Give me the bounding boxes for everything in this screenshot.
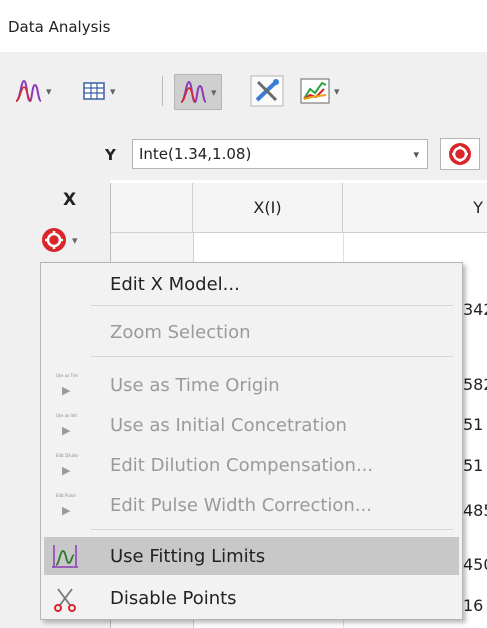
fitting-limits-icon bbox=[52, 545, 78, 568]
menu-item-label: Zoom Selection bbox=[110, 322, 251, 343]
x-settings-button[interactable]: ▾ bbox=[40, 225, 78, 255]
context-menu: Edit X Model... Zoom Selection Use as Ti… bbox=[40, 262, 463, 620]
chevron-down-icon: ▾ bbox=[46, 84, 52, 98]
x-label: X bbox=[63, 190, 77, 210]
dilution-compensation-icon: Edit Dilutio ▶ bbox=[50, 450, 80, 480]
table-cell[interactable]: 485 bbox=[463, 501, 487, 520]
chevron-down-icon: ▾ bbox=[110, 84, 116, 98]
menu-item-label: Use as Time Origin bbox=[110, 375, 280, 396]
menu-item-label: Edit Pulse Width Correction... bbox=[110, 495, 373, 516]
grid-corner-header bbox=[111, 183, 193, 233]
column-header-y[interactable]: Y bbox=[343, 183, 487, 233]
y-select-value: Inte(1.34,1.08) bbox=[139, 145, 252, 163]
menu-item-label: Use Fitting Limits bbox=[110, 546, 266, 567]
table-cell[interactable]: 342 bbox=[463, 300, 487, 319]
tools-icon bbox=[250, 75, 284, 107]
menu-item-use-as-initial-concentration[interactable]: Use as Init ▶ Use as Initial Concetratio… bbox=[44, 406, 459, 444]
menu-item-label: Edit X Model... bbox=[110, 274, 240, 295]
menu-separator bbox=[91, 356, 453, 357]
icon-caption: Use as Init bbox=[56, 413, 77, 418]
menu-item-label: Edit Dilution Compensation... bbox=[110, 455, 374, 476]
play-arrow-icon: ▶ bbox=[62, 384, 71, 397]
table-cell[interactable]: 51 bbox=[463, 456, 483, 475]
peak-curve-icon bbox=[15, 79, 42, 103]
settings-gear-icon bbox=[42, 228, 66, 252]
menu-item-use-as-time-origin[interactable]: Use as Tim ▶ Use as Time Origin bbox=[44, 366, 459, 404]
menu-item-label: Use as Initial Concetration bbox=[110, 415, 347, 436]
pulse-width-icon: Edit Pulse ▶ bbox=[50, 490, 80, 520]
menu-item-disable-points[interactable]: Disable Points bbox=[44, 579, 459, 617]
icon-caption: Edit Dilutio bbox=[56, 453, 78, 458]
play-arrow-icon: ▶ bbox=[62, 464, 71, 477]
table-cell[interactable]: 582 bbox=[463, 375, 487, 394]
table-button[interactable]: ▾ bbox=[82, 74, 116, 108]
scissors-icon bbox=[54, 588, 76, 612]
peak-curve-active-icon bbox=[180, 80, 207, 104]
menu-item-zoom-selection[interactable]: Zoom Selection bbox=[44, 313, 459, 351]
icon-caption: Edit Pulse bbox=[56, 493, 76, 498]
chevron-down-icon: ▾ bbox=[211, 85, 217, 99]
y-select-dropdown[interactable]: Inte(1.34,1.08) ▾ bbox=[132, 139, 428, 169]
column-header-label: Y bbox=[473, 198, 483, 217]
y-label: Y bbox=[105, 146, 116, 164]
icon-caption: Use as Tim bbox=[56, 373, 78, 378]
panel-title-bar: Data Analysis bbox=[0, 0, 487, 50]
table-cell[interactable]: 51 bbox=[463, 415, 483, 434]
menu-item-label: Disable Points bbox=[110, 588, 237, 609]
menu-item-edit-x-model[interactable]: Edit X Model... bbox=[44, 265, 459, 303]
y-settings-button[interactable] bbox=[440, 138, 480, 170]
table-cell[interactable]: 16 bbox=[463, 596, 483, 615]
toolbar-separator bbox=[162, 76, 163, 106]
settings-gear-icon bbox=[449, 143, 471, 165]
chevron-down-icon: ▾ bbox=[72, 233, 78, 247]
play-arrow-icon: ▶ bbox=[62, 424, 71, 437]
panel-title: Data Analysis bbox=[8, 18, 111, 36]
menu-item-use-fitting-limits[interactable]: Use Fitting Limits bbox=[44, 537, 459, 575]
menu-separator bbox=[91, 529, 453, 530]
menu-separator bbox=[91, 305, 453, 306]
y-selector-row: Y Inte(1.34,1.08) ▾ bbox=[0, 130, 487, 180]
chevron-down-icon: ▾ bbox=[334, 84, 340, 98]
play-arrow-icon: ▶ bbox=[62, 504, 71, 517]
column-header-xi[interactable]: X(I) bbox=[193, 183, 343, 233]
toolbar: ▾ ▾ ▾ ▾ bbox=[0, 52, 487, 130]
peak-curve-button[interactable]: ▾ bbox=[14, 74, 52, 108]
peak-curve-active-button[interactable]: ▾ bbox=[174, 74, 222, 110]
plot-button[interactable]: ▾ bbox=[300, 74, 340, 108]
table-cell[interactable]: 450 bbox=[463, 555, 487, 574]
column-header-label: X(I) bbox=[253, 198, 282, 217]
menu-item-edit-pulse-width-correction[interactable]: Edit Pulse ▶ Edit Pulse Width Correction… bbox=[44, 486, 459, 524]
tools-button[interactable] bbox=[250, 74, 284, 108]
time-origin-icon: Use as Tim ▶ bbox=[50, 370, 80, 400]
chevron-down-icon: ▾ bbox=[413, 148, 419, 161]
menu-item-edit-dilution-compensation[interactable]: Edit Dilutio ▶ Edit Dilution Compensatio… bbox=[44, 446, 459, 484]
plot-icon bbox=[300, 78, 330, 104]
initial-concentration-icon: Use as Init ▶ bbox=[50, 410, 80, 440]
table-icon bbox=[83, 82, 105, 100]
